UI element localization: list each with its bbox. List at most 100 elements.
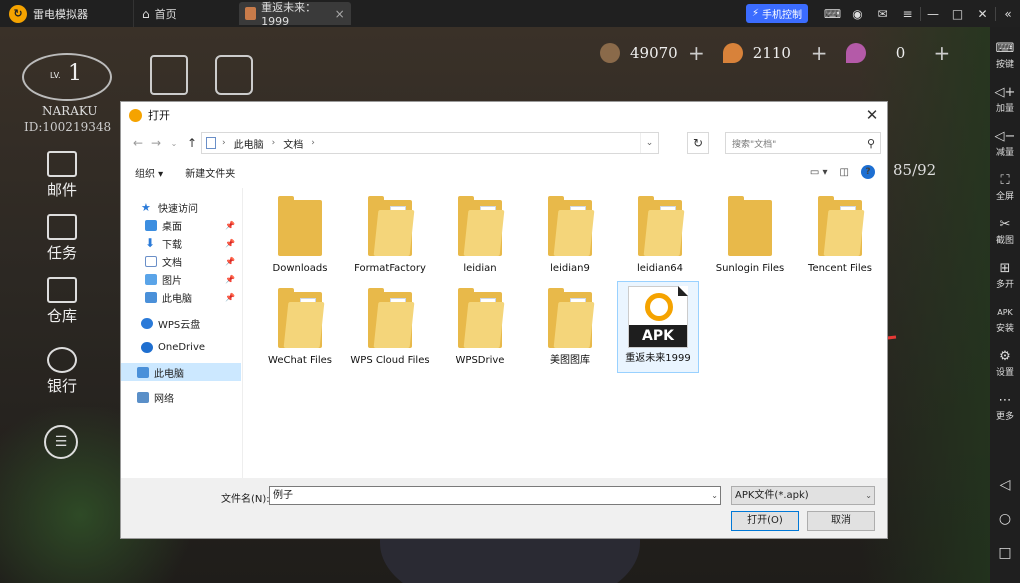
- file-list: Downloads FormatFactory leidian leidian9…: [245, 188, 885, 478]
- sidebar-multi-instance[interactable]: ⊞ 多开: [990, 261, 1020, 290]
- nav-documents[interactable]: 文档 📌: [121, 252, 241, 270]
- folder-item[interactable]: leidian64: [619, 194, 701, 282]
- sidebar-screenshot[interactable]: ✂ 截图: [990, 217, 1020, 246]
- nav-pictures[interactable]: 图片 📌: [121, 270, 241, 288]
- folder-item[interactable]: WPS Cloud Files: [349, 286, 431, 374]
- folder-icon: [368, 196, 415, 256]
- nav-quick-access[interactable]: ★ 快速访问: [121, 198, 241, 216]
- dialog-close-icon[interactable]: ✕: [857, 106, 887, 124]
- folder-item[interactable]: FormatFactory: [349, 194, 431, 282]
- phone-control-button[interactable]: ⚡ 手机控制: [745, 4, 808, 23]
- preview-pane-icon[interactable]: ◫: [840, 167, 849, 178]
- nav-desktop[interactable]: 桌面 📌: [121, 216, 241, 234]
- nav-downloads[interactable]: ⬇ 下载 📌: [121, 234, 241, 252]
- avatar-icon[interactable]: ◉: [845, 7, 870, 21]
- cancel-button[interactable]: 取消: [807, 511, 875, 531]
- organize-button[interactable]: 组织 ▾: [135, 165, 163, 180]
- folder-item[interactable]: leidian: [439, 194, 521, 282]
- refresh-button[interactable]: ↻: [687, 132, 709, 154]
- menu-icon[interactable]: ≡: [895, 7, 920, 21]
- apk-file-item[interactable]: APK 重返未来1999: [617, 281, 699, 373]
- sidebar-fullscreen[interactable]: ⛶ 全屏: [990, 173, 1020, 202]
- add-crystals-button[interactable]: +: [811, 41, 828, 65]
- pin-icon[interactable]: 📌: [225, 239, 235, 248]
- sidebar-keymap[interactable]: ⌨ 按键: [990, 41, 1020, 70]
- emulator-titlebar: ↻ 雷电模拟器 ⌂ 首页 重返未来：1999 × ⚡ 手机控制 ⌨ ◉ ✉ ≡ …: [0, 0, 1020, 28]
- address-bar[interactable]: › 此电脑 › 文档 › ⌄: [201, 132, 659, 154]
- sidebar-more[interactable]: ⋯ 更多: [990, 393, 1020, 422]
- filename-input[interactable]: 例子 ⌄: [269, 486, 721, 505]
- add-gems-button[interactable]: +: [934, 41, 951, 65]
- chevron-down-icon[interactable]: ⌄: [711, 487, 718, 504]
- home-nav-icon[interactable]: ○: [990, 511, 1020, 527]
- pin-icon[interactable]: 📌: [225, 257, 235, 266]
- folder-item[interactable]: 美图图库: [529, 286, 611, 374]
- dialog-titlebar: 打开 ✕: [121, 102, 887, 128]
- recent-locations-icon[interactable]: ⌄: [165, 139, 183, 148]
- new-folder-button[interactable]: 新建文件夹: [185, 165, 235, 180]
- minimize-icon[interactable]: —: [920, 6, 945, 21]
- chevron-down-icon[interactable]: ⌄: [640, 133, 658, 153]
- open-button[interactable]: 打开(O): [731, 511, 799, 531]
- close-window-icon[interactable]: ✕: [970, 7, 995, 21]
- tab-game[interactable]: 重返未来：1999 ×: [238, 1, 351, 28]
- sidebar-volume-down[interactable]: ◁− 减量: [990, 129, 1020, 158]
- breadcrumb-documents[interactable]: 文档: [283, 136, 303, 151]
- help-icon[interactable]: ?: [861, 165, 875, 179]
- menu-tasks[interactable]: 任务: [36, 214, 88, 263]
- tab-home[interactable]: ⌂ 首页: [133, 0, 185, 27]
- gamepad-icon[interactable]: ⌨: [820, 7, 845, 21]
- suitcase-icon[interactable]: [150, 55, 188, 95]
- pin-icon[interactable]: 📌: [225, 275, 235, 284]
- recents-nav-icon[interactable]: □: [990, 545, 1020, 561]
- list-menu-icon[interactable]: ☰: [44, 425, 78, 459]
- menu-warehouse-label: 仓库: [46, 307, 77, 325]
- folder-item[interactable]: Downloads: [259, 194, 341, 282]
- folder-icon: [638, 196, 685, 256]
- star-icon: ★: [141, 200, 151, 214]
- search-input[interactable]: 搜索"文档" ⚲: [725, 132, 881, 154]
- mail-icon[interactable]: ✉: [870, 7, 895, 21]
- view-options-icon[interactable]: ▭ ▾: [810, 167, 828, 178]
- menu-mail[interactable]: 邮件: [36, 151, 88, 200]
- sidebar-settings[interactable]: ⚙ 设置: [990, 349, 1020, 378]
- player-name: NARAKU: [42, 104, 98, 118]
- chevron-right-icon: ›: [271, 138, 276, 148]
- close-tab-icon[interactable]: ×: [335, 7, 345, 21]
- pin-icon[interactable]: 📌: [225, 221, 235, 230]
- pin-icon[interactable]: 📌: [225, 293, 235, 302]
- sidebar-volume-up[interactable]: ◁+ 加量: [990, 85, 1020, 114]
- up-arrow-icon[interactable]: ↑: [183, 136, 201, 150]
- sidebar-install[interactable]: APK 安装: [990, 305, 1020, 334]
- folder-item[interactable]: WPSDrive: [439, 286, 521, 374]
- menu-bank[interactable]: 银行: [36, 347, 88, 396]
- nav-onedrive[interactable]: OneDrive: [121, 338, 241, 356]
- folder-item[interactable]: Tencent Files: [799, 194, 881, 282]
- volume-down-icon: ◁−: [994, 129, 1016, 144]
- nav-this-pc[interactable]: 此电脑: [121, 363, 241, 381]
- back-arrow-icon[interactable]: ←: [129, 136, 147, 150]
- breadcrumb-this-pc[interactable]: 此电脑: [234, 136, 264, 151]
- download-arrow-icon: ⬇: [145, 235, 156, 250]
- maximize-icon[interactable]: □: [945, 7, 970, 21]
- nav-this-pc-quick[interactable]: 此电脑 📌: [121, 288, 241, 306]
- forward-arrow-icon[interactable]: →: [147, 136, 165, 150]
- folder-item[interactable]: Sunlogin Files: [709, 194, 791, 282]
- menu-warehouse[interactable]: 仓库: [36, 277, 88, 326]
- fullscreen-icon: ⛶: [1000, 173, 1010, 188]
- gift-box-icon[interactable]: [215, 55, 253, 95]
- folder-icon: [818, 196, 865, 256]
- nav-label: OneDrive: [158, 341, 206, 353]
- folder-name: Sunlogin Files: [715, 263, 785, 274]
- add-coins-button[interactable]: +: [688, 41, 705, 65]
- back-nav-icon[interactable]: ◁: [990, 477, 1020, 493]
- folder-item[interactable]: leidian9: [529, 194, 611, 282]
- phone-control-label: 手机控制: [762, 10, 802, 21]
- collapse-sidebar-icon[interactable]: «: [995, 6, 1020, 21]
- nav-network[interactable]: 网络: [121, 388, 241, 406]
- nav-label: 此电脑: [154, 368, 184, 380]
- filetype-select[interactable]: APK文件(*.apk) ⌄: [731, 486, 875, 505]
- folder-name: 美图图库: [550, 355, 590, 366]
- nav-wps-cloud[interactable]: WPS云盘: [121, 314, 241, 332]
- folder-item[interactable]: WeChat Files: [259, 286, 341, 374]
